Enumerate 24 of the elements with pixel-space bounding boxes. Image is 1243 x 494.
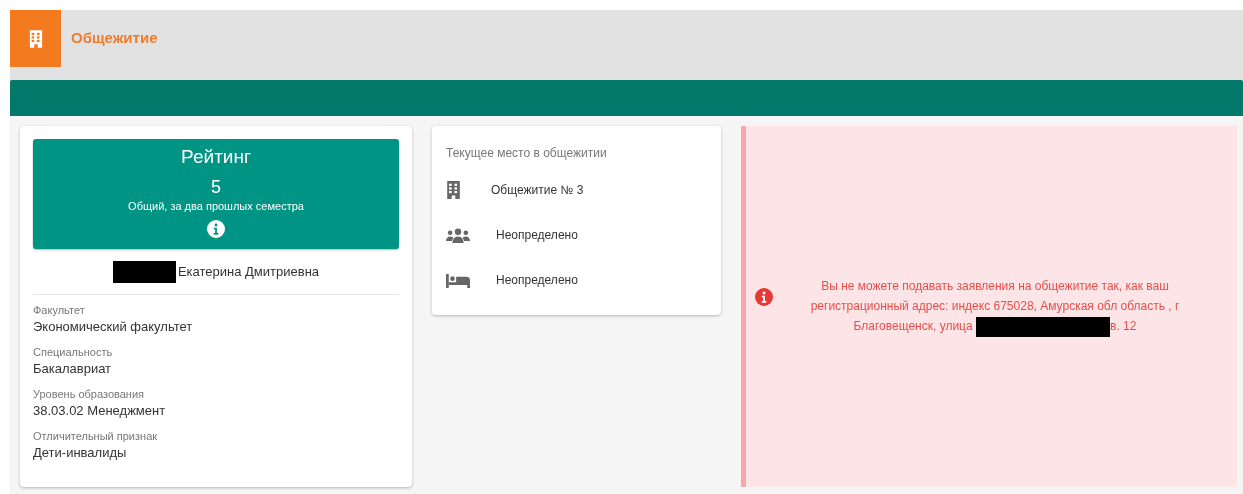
place-value: Общежитие № 3 bbox=[491, 182, 584, 199]
place-value: Неопределено bbox=[496, 272, 578, 289]
rating-caption: Общий, за два прошлых семестра bbox=[128, 199, 304, 213]
field-label: Специальность bbox=[33, 345, 114, 360]
field-label: Отличительный признак bbox=[33, 429, 159, 444]
field-value: Экономический факультет bbox=[33, 318, 194, 336]
page-title: Общежитие bbox=[71, 28, 158, 49]
field-value: Дети-инвалиды bbox=[33, 444, 128, 462]
card-title: Текущее место в общежитии bbox=[446, 145, 608, 162]
field-value: Бакалавриат bbox=[33, 360, 113, 378]
rating-value: 5 bbox=[211, 176, 221, 198]
building-icon bbox=[446, 181, 461, 199]
info-icon bbox=[207, 220, 225, 238]
alert-message: Вы не можете подавать заявления на общежитие так, как ваш регистрационный адрес: индекс 675028, Амурская обл область , г Благовещенск, улица в. 12 bbox=[773, 276, 1217, 337]
field-value: 38.03.02 Менеджмент bbox=[33, 402, 167, 420]
error-icon bbox=[755, 287, 773, 306]
rating-title: Рейтинг bbox=[181, 145, 251, 169]
bed-icon bbox=[446, 272, 470, 288]
building-icon bbox=[28, 29, 43, 48]
place-value: Неопределено bbox=[496, 227, 578, 244]
field-label: Уровень образования bbox=[33, 387, 145, 402]
student-name: Екатерина Дмитриевна bbox=[177, 263, 320, 282]
field-label: Факультет bbox=[33, 303, 86, 318]
people-icon bbox=[446, 227, 470, 243]
